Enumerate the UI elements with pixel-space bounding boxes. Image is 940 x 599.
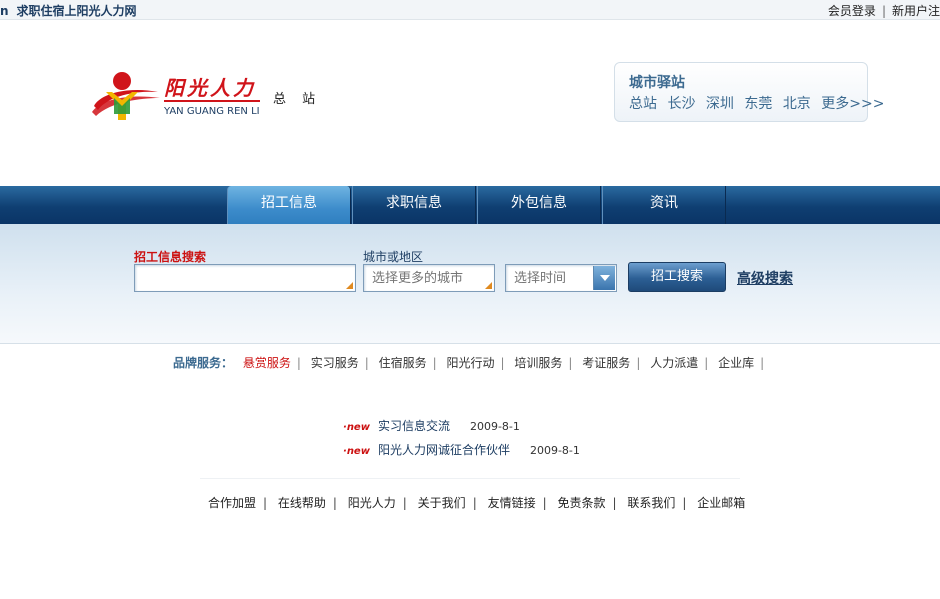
footer-link[interactable]: 在线帮助 bbox=[278, 496, 326, 510]
separator: | bbox=[568, 356, 573, 370]
city-link-dongguan[interactable]: 东莞 bbox=[744, 96, 772, 112]
news-date: 2009-8-1 bbox=[529, 444, 580, 457]
city-station-box: 城市驿站 总站 长沙 深圳 东莞 北京 更多>>> bbox=[614, 62, 884, 122]
new-badge-icon: ·new bbox=[343, 446, 370, 457]
brand-services-bar: 品牌服务： 悬赏服务 | 实习服务 | 住宿服务 | 阳光行动 | 培训服务 | 考证服务… bbox=[173, 354, 770, 371]
job-search-input[interactable] bbox=[135, 265, 355, 291]
city-input[interactable] bbox=[364, 265, 494, 291]
separator: | bbox=[704, 356, 709, 370]
separator: | bbox=[364, 356, 369, 370]
separator: | bbox=[332, 496, 337, 510]
separator: | bbox=[760, 356, 765, 370]
separator: | bbox=[682, 496, 687, 510]
footer-link[interactable]: 企业邮箱 bbox=[697, 496, 745, 510]
footer-link[interactable]: 阳光人力 bbox=[348, 496, 396, 510]
advanced-search-link[interactable]: 高级搜索 bbox=[737, 268, 793, 288]
separator: | bbox=[432, 356, 437, 370]
brand-service-item[interactable]: 企业库 bbox=[718, 356, 754, 370]
brand-service-item[interactable]: 住宿服务 bbox=[379, 356, 427, 370]
city-field[interactable] bbox=[363, 264, 495, 292]
tab-news[interactable]: 资讯 bbox=[602, 186, 726, 224]
city-links: 总站 长沙 深圳 东莞 北京 更多>>> bbox=[629, 93, 890, 113]
city-link-beijing[interactable]: 北京 bbox=[783, 96, 811, 112]
brand-service-item[interactable]: 阳光行动 bbox=[447, 356, 495, 370]
new-user-register-link[interactable]: 新用户注 bbox=[892, 4, 940, 18]
city-station-title: 城市驿站 bbox=[629, 75, 685, 91]
brand-services-label: 品牌服务： bbox=[173, 356, 234, 370]
logo-pinyin: YAN GUANG REN LI bbox=[164, 106, 260, 117]
tab-job-seeking-info[interactable]: 求职信息 bbox=[352, 186, 476, 224]
separator: | bbox=[263, 496, 268, 510]
separator: | bbox=[402, 496, 407, 510]
separator: | bbox=[612, 496, 617, 510]
news-title-link[interactable]: 实习信息交流 bbox=[378, 419, 450, 433]
footer-link[interactable]: 免责条款 bbox=[557, 496, 605, 510]
separator: | bbox=[296, 356, 301, 370]
city-link-shenzhen[interactable]: 深圳 bbox=[706, 96, 734, 112]
tab-recruitment-info[interactable]: 招工信息 bbox=[227, 186, 351, 224]
top-bar: n 求职住宿上阳光人力网 会员登录 | 新用户注 bbox=[0, 0, 940, 20]
logo-emblem-icon bbox=[92, 72, 160, 120]
station-label: 总 站 bbox=[273, 92, 322, 107]
brand-service-item[interactable]: 实习服务 bbox=[311, 356, 359, 370]
city-label: 城市或地区 bbox=[363, 250, 424, 264]
news-item: ·new 阳光人力网诚征合作伙伴 2009-8-1 bbox=[343, 441, 580, 458]
footer-link[interactable]: 关于我们 bbox=[418, 496, 466, 510]
tagline-text: 求职住宿上阳光人力网 bbox=[16, 4, 137, 18]
footer-link[interactable]: 联系我们 bbox=[627, 496, 675, 510]
site-logo[interactable]: 阳光人力 YAN GUANG REN LI bbox=[88, 68, 268, 124]
brand-service-item[interactable]: 考证服务 bbox=[582, 356, 630, 370]
separator: | bbox=[500, 356, 505, 370]
separator: | bbox=[472, 496, 477, 510]
logo-brand-text: 阳光人力 bbox=[164, 76, 256, 100]
footer-link[interactable]: 友情链接 bbox=[488, 496, 536, 510]
separator: | bbox=[542, 496, 547, 510]
brand-service-item[interactable]: 悬赏服务 bbox=[243, 356, 291, 370]
separator: | bbox=[636, 356, 641, 370]
footer-divider bbox=[200, 478, 740, 479]
search-panel: 招工信息搜索 城市或地区 招工搜索 高级搜索 bbox=[0, 224, 940, 344]
brand-service-item[interactable]: 人力派遣 bbox=[650, 356, 698, 370]
tab-outsourcing-info[interactable]: 外包信息 bbox=[477, 186, 601, 224]
tagline-prefix: n bbox=[0, 4, 9, 18]
news-item: ·new 实习信息交流 2009-8-1 bbox=[343, 417, 520, 434]
job-search-label: 招工信息搜索 bbox=[134, 250, 207, 264]
brand-service-item[interactable]: 培训服务 bbox=[514, 356, 562, 370]
account-links: 会员登录 | 新用户注 bbox=[828, 2, 940, 19]
member-login-link[interactable]: 会员登录 bbox=[828, 4, 876, 18]
footer-links: 合作加盟 | 在线帮助 | 阳光人力 | 关于我们 | 友情链接 | 免责条款 | 联系我们… bbox=[208, 494, 745, 511]
field-corner-icon bbox=[346, 282, 353, 289]
news-date: 2009-8-1 bbox=[469, 420, 520, 433]
city-link-more[interactable]: 更多>>> bbox=[821, 96, 884, 112]
site-tagline: n 求职住宿上阳光人力网 bbox=[0, 2, 137, 19]
logo-underline bbox=[164, 100, 260, 102]
footer-link[interactable]: 合作加盟 bbox=[208, 496, 256, 510]
chevron-down-icon[interactable] bbox=[593, 266, 615, 290]
field-corner-icon bbox=[485, 282, 492, 289]
job-search-field[interactable] bbox=[134, 264, 356, 292]
new-badge-icon: ·new bbox=[343, 422, 370, 433]
time-select[interactable] bbox=[505, 264, 617, 292]
city-link-changsha[interactable]: 长沙 bbox=[667, 96, 695, 112]
recruitment-search-button[interactable]: 招工搜索 bbox=[628, 262, 726, 292]
news-title-link[interactable]: 阳光人力网诚征合作伙伴 bbox=[378, 443, 510, 457]
main-nav: 招工信息 求职信息 外包信息 资讯 bbox=[0, 186, 940, 224]
city-link-headquarters[interactable]: 总站 bbox=[629, 96, 657, 112]
separator: | bbox=[881, 4, 886, 18]
